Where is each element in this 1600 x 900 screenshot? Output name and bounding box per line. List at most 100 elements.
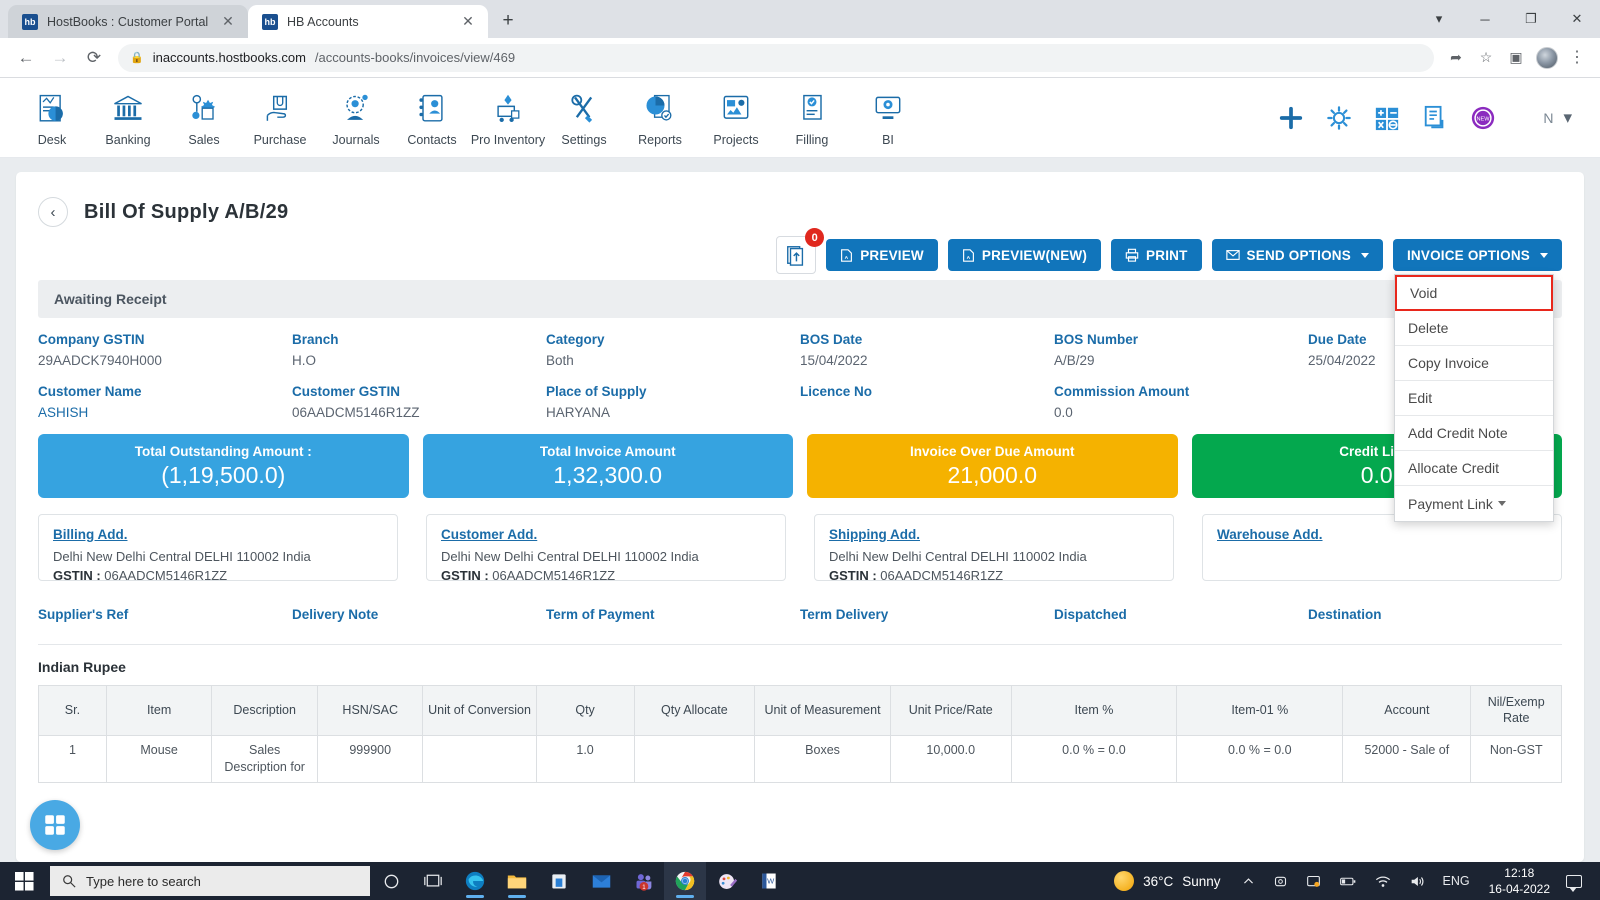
back-navigation-icon[interactable]: ←: [10, 42, 42, 74]
browser-tab-1[interactable]: hb HB Accounts ✕: [248, 5, 488, 38]
field-value: 06AADCM5146R1ZZ: [292, 405, 420, 420]
send-options-button[interactable]: SEND OPTIONS: [1211, 239, 1383, 271]
attachments-button[interactable]: 0: [776, 228, 825, 274]
address-title[interactable]: Shipping Add.: [829, 527, 920, 542]
menu-item-copy-invoice[interactable]: Copy Invoice: [1395, 346, 1553, 381]
camera-icon[interactable]: [1264, 862, 1297, 900]
nav-item-sales[interactable]: Sales: [166, 88, 242, 147]
reload-icon[interactable]: ⟳: [78, 42, 110, 74]
field-value[interactable]: ASHISH: [38, 405, 292, 420]
chevron-up-icon[interactable]: [1233, 862, 1264, 900]
add-icon[interactable]: [1277, 104, 1305, 132]
weather-widget[interactable]: 36°C Sunny: [1102, 871, 1232, 891]
close-window-button[interactable]: ✕: [1554, 0, 1600, 38]
nav-item-bi[interactable]: BI: [850, 88, 926, 147]
tab-close-icon[interactable]: ✕: [220, 13, 236, 30]
nav-label: Contacts: [407, 133, 457, 147]
invoice-card: ‹ Bill Of Supply A/B/29 0 A PREVIEW A PR…: [16, 172, 1584, 862]
forward-navigation-icon[interactable]: →: [44, 42, 76, 74]
sidepanel-icon[interactable]: ▣: [1502, 44, 1530, 72]
menu-item-delete[interactable]: Delete: [1395, 311, 1553, 346]
col-description: Description: [211, 684, 318, 737]
file-explorer-icon[interactable]: [496, 862, 538, 900]
screen-icon[interactable]: [1297, 862, 1330, 900]
preview-new-button[interactable]: A PREVIEW(NEW): [947, 239, 1102, 271]
taskbar-clock[interactable]: 12:18 16-04-2022: [1479, 865, 1560, 897]
maximize-button[interactable]: ❐: [1508, 0, 1554, 38]
nav-item-reports[interactable]: Reports: [622, 88, 698, 147]
field-commission-amount: Commission Amount 0.0: [1054, 384, 1308, 420]
nav-item-journals[interactable]: Journals: [318, 88, 394, 147]
send-options-label: SEND OPTIONS: [1246, 247, 1351, 263]
address-title[interactable]: Warehouse Add.: [1217, 527, 1323, 542]
stat-total-outstanding: Total Outstanding Amount : (1,19,500.0): [38, 434, 409, 498]
apps-grid-fab[interactable]: [30, 800, 80, 850]
invoice-options-button[interactable]: INVOICE OPTIONS: [1392, 239, 1562, 271]
profile-avatar[interactable]: [1536, 46, 1558, 69]
new-tab-button[interactable]: +: [494, 7, 522, 35]
back-button[interactable]: ‹: [38, 197, 68, 227]
edge-icon[interactable]: [454, 862, 496, 900]
user-label: N: [1543, 109, 1554, 126]
chevron-down-icon: [1497, 501, 1506, 506]
start-button[interactable]: [0, 862, 48, 900]
document-icon[interactable]: [1421, 104, 1449, 132]
cell-description: Sales Description for: [211, 735, 318, 783]
print-button[interactable]: PRINT: [1111, 239, 1202, 271]
nav-item-banking[interactable]: Banking: [90, 88, 166, 147]
url-domain: inaccounts.hostbooks.com: [152, 50, 306, 65]
gear-icon[interactable]: [1325, 104, 1353, 132]
cell-item[interactable]: Mouse: [105, 735, 213, 783]
nav-item-desk[interactable]: Desk: [14, 88, 90, 147]
nav-item-filling[interactable]: Filling: [774, 88, 850, 147]
store-icon[interactable]: [538, 862, 580, 900]
stat-overdue: Invoice Over Due Amount 21,000.0: [807, 434, 1178, 498]
url-input[interactable]: 🔒 inaccounts.hostbooks.com/accounts-book…: [118, 43, 1434, 72]
field-label: Place of Supply: [546, 384, 647, 399]
bookmark-star-icon[interactable]: ☆: [1472, 44, 1500, 72]
chevron-down-icon: [1360, 252, 1369, 258]
action-toolbar: 0 A PREVIEW A PREVIEW(NEW) PRINT SEND OP…: [38, 228, 1562, 522]
nav-item-projects[interactable]: Projects: [698, 88, 774, 147]
wifi-icon[interactable]: [1366, 862, 1400, 900]
tab-search-chevron-icon[interactable]: ▾: [1416, 0, 1462, 38]
share-icon[interactable]: ➦: [1442, 44, 1470, 72]
new-badge-icon[interactable]: NEW: [1469, 104, 1497, 132]
notifications-icon[interactable]: [1566, 874, 1582, 892]
volume-icon[interactable]: [1400, 862, 1434, 900]
nav-item-purchase[interactable]: Purchase: [242, 88, 318, 147]
preview-button[interactable]: A PREVIEW: [826, 239, 938, 271]
col-account: Account: [1342, 684, 1472, 737]
calculator-icon[interactable]: [1373, 104, 1401, 132]
address-title[interactable]: Customer Add.: [441, 527, 537, 542]
menu-item-add-credit-note[interactable]: Add Credit Note: [1395, 416, 1553, 451]
ref-term-of-payment: Term of Payment: [546, 607, 800, 628]
cell-sr: 1: [38, 735, 107, 783]
language-indicator[interactable]: ENG: [1434, 862, 1479, 900]
user-menu[interactable]: N ▾: [1543, 108, 1572, 128]
menu-item-payment-link[interactable]: Payment Link: [1395, 486, 1553, 521]
browser-menu-icon[interactable]: ⋮: [1564, 50, 1590, 65]
mail-icon[interactable]: [580, 862, 622, 900]
teams-icon[interactable]: 1: [622, 862, 664, 900]
menu-label: Edit: [1408, 390, 1433, 406]
chrome-icon[interactable]: [664, 862, 706, 900]
paint-icon[interactable]: [706, 862, 748, 900]
nav-item-settings[interactable]: Settings: [546, 88, 622, 147]
menu-item-edit[interactable]: Edit: [1395, 381, 1553, 416]
nav-item-pro-inventory[interactable]: Pro Inventory: [470, 88, 546, 147]
word-icon[interactable]: W: [748, 862, 790, 900]
taskbar-search-input[interactable]: Type here to search: [50, 866, 370, 896]
browser-tab-0[interactable]: hb HostBooks : Customer Portal ✕: [8, 5, 248, 38]
cortana-icon[interactable]: [370, 862, 412, 900]
task-view-icon[interactable]: [412, 862, 454, 900]
tab-close-icon[interactable]: ✕: [460, 13, 476, 30]
battery-icon[interactable]: [1330, 862, 1366, 900]
address-title[interactable]: Billing Add.: [53, 527, 128, 542]
menu-item-allocate-credit[interactable]: Allocate Credit: [1395, 451, 1553, 486]
menu-item-void[interactable]: Void: [1395, 275, 1553, 311]
minimize-button[interactable]: ─: [1462, 0, 1508, 38]
nav-item-contacts[interactable]: Contacts: [394, 88, 470, 147]
address-gstin: GSTIN : 06AADCM5146R1ZZ: [829, 567, 1159, 586]
envelope-icon: [1225, 250, 1240, 260]
